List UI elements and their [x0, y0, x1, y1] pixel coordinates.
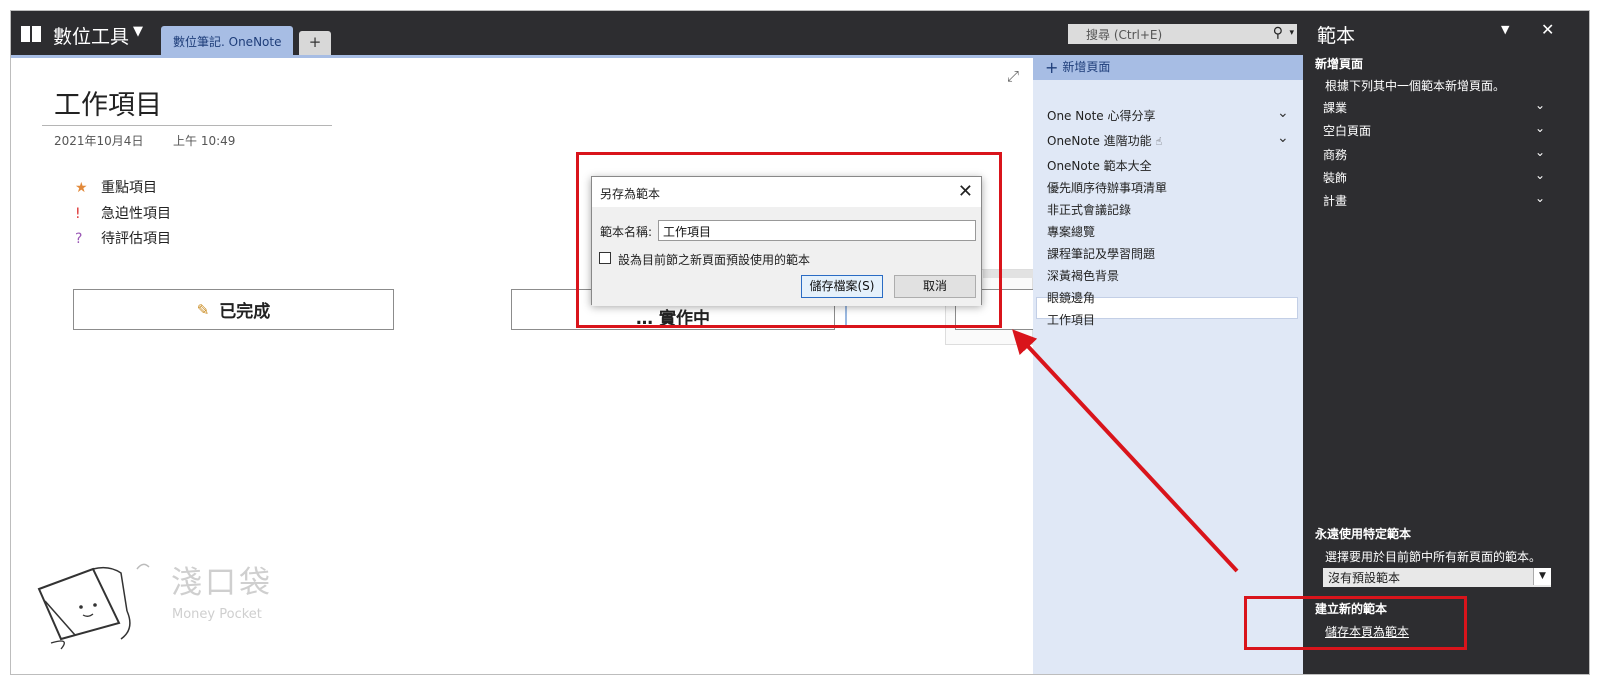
always-use-heading: 永遠使用特定範本	[1315, 527, 1412, 541]
add-page-button[interactable]: + 新增頁面	[1045, 58, 1110, 77]
template-category[interactable]: 商務 ⌄	[1323, 145, 1545, 163]
template-category[interactable]: 課業 ⌄	[1323, 98, 1545, 116]
highlight-box-dialog	[576, 152, 1002, 328]
exclamation-icon: !	[75, 206, 81, 222]
watermark-brand-cn: 淺口袋	[171, 565, 273, 601]
chevron-down-icon[interactable]: ▼	[1533, 568, 1551, 585]
section-tab[interactable]: 數位筆記. OneNote	[161, 26, 293, 55]
onenote-window: 數位工具 ▼ 數位筆記. OneNote + 搜尋 (Ctrl+E) ⚲ ▾ ⤢…	[10, 10, 1590, 675]
page-list-item[interactable]: 深黃褐色背景	[1047, 267, 1119, 284]
category-label: 計畫	[1323, 194, 1348, 208]
title-divider	[42, 125, 332, 126]
done-label: 已完成	[219, 302, 271, 322]
star-icon: ★	[75, 180, 88, 196]
tag-item-important[interactable]: ★ 重點項目	[75, 177, 157, 197]
page-list-header: + 新增頁面	[1033, 55, 1303, 80]
highlight-box-link	[1244, 596, 1467, 650]
category-label: 空白頁面	[1323, 124, 1372, 138]
page-list-item[interactable]: 優先順序待辦事項清單	[1047, 179, 1167, 196]
pane-options-icon[interactable]: ▼	[1501, 23, 1509, 36]
default-template-select[interactable]: 沒有預設範本 ▼	[1323, 568, 1551, 587]
tag-label: 待評估項目	[101, 231, 171, 247]
notebook-name[interactable]: 數位工具	[53, 22, 129, 49]
template-category[interactable]: 計畫 ⌄	[1323, 191, 1545, 209]
page-list-item[interactable]: 專案總覽	[1047, 223, 1095, 240]
tag-item-evaluate[interactable]: ? 待評估項目	[75, 228, 171, 248]
section-color-strip	[11, 55, 1033, 58]
always-use-description: 選擇要用於目前節中所有新頁面的範本。	[1325, 550, 1542, 564]
template-category[interactable]: 空白頁面 ⌄	[1323, 121, 1545, 139]
page-list-item[interactable]: OneNote 範本大全	[1047, 157, 1152, 174]
page-list-item[interactable]: 眼鏡邊角	[1047, 289, 1095, 306]
default-template-value: 沒有預設範本	[1328, 571, 1401, 585]
category-label: 裝飾	[1323, 171, 1348, 185]
page-list-item[interactable]: 課程筆記及學習問題	[1047, 245, 1155, 262]
templates-pane-title: 範本	[1317, 25, 1356, 47]
chevron-down-icon[interactable]: ⌄	[1277, 130, 1289, 146]
notebook-dropdown-icon[interactable]: ▼	[133, 24, 143, 39]
search-scope-dropdown-icon[interactable]: ▾	[1289, 28, 1294, 38]
chevron-down-icon: ⌄	[1534, 168, 1545, 182]
tag-label: 急迫性項目	[101, 206, 171, 222]
category-label: 商務	[1323, 148, 1348, 162]
page-list-item[interactable]: 非正式會議記錄	[1047, 201, 1131, 218]
page-list-item[interactable]: OneNote 進階功能 ☝	[1047, 132, 1162, 149]
page-title[interactable]: 工作項目	[54, 83, 162, 122]
chevron-down-icon: ⌄	[1534, 98, 1545, 112]
plus-icon: +	[1045, 58, 1059, 77]
search-box[interactable]: 搜尋 (Ctrl+E) ⚲ ▾	[1068, 24, 1297, 44]
new-page-heading: 新增頁面	[1315, 57, 1364, 71]
add-section-button[interactable]: +	[299, 31, 331, 55]
category-label: 課業	[1323, 101, 1348, 115]
watermark: 淺口袋 Money Pocket	[31, 551, 301, 661]
chevron-down-icon[interactable]: ⌄	[1277, 105, 1289, 121]
expand-page-icon[interactable]: ⤢	[1007, 67, 1019, 85]
chevron-down-icon: ⌄	[1534, 191, 1545, 205]
tag-item-urgent[interactable]: ! 急迫性項目	[75, 203, 171, 223]
templates-pane: 範本 ▼ ✕ 新增頁面 根據下列其中一個範本新增頁面。 課業 ⌄ 空白頁面 ⌄ 商務…	[1303, 11, 1589, 674]
search-input[interactable]: 搜尋 (Ctrl+E)	[1086, 28, 1162, 42]
pointer-icon: ☝	[1155, 135, 1163, 148]
page-list-item-selected[interactable]: 工作項目	[1047, 311, 1095, 328]
chevron-down-icon: ⌄	[1534, 121, 1545, 135]
question-icon: ?	[75, 231, 83, 247]
pencil-icon: ✎	[196, 300, 210, 319]
chevron-down-icon: ⌄	[1534, 145, 1545, 159]
tag-label: 重點項目	[101, 180, 157, 196]
notebook-icon[interactable]	[21, 26, 41, 42]
pocket-logo-icon	[37, 563, 150, 650]
close-icon[interactable]: ✕	[1541, 20, 1554, 39]
watermark-brand-en: Money Pocket	[172, 607, 262, 622]
done-cell[interactable]: ✎ 已完成	[73, 289, 394, 330]
template-category[interactable]: 裝飾 ⌄	[1323, 168, 1545, 186]
title-bar: 數位工具 ▼ 數位筆記. OneNote + 搜尋 (Ctrl+E) ⚲ ▾	[11, 11, 1303, 55]
new-page-description: 根據下列其中一個範本新增頁面。	[1325, 79, 1506, 93]
add-page-label: 新增頁面	[1062, 60, 1111, 74]
search-icon[interactable]: ⚲	[1273, 25, 1283, 41]
page-date: 2021年10月4日	[54, 134, 144, 148]
page-time: 上午 10:49	[173, 134, 236, 148]
page-list-panel: + 新增頁面 One Note 心得分享 ⌄ OneNote 進階功能 ☝ ⌄ O…	[1033, 55, 1303, 674]
page-list-item[interactable]: One Note 心得分享	[1047, 107, 1155, 124]
page-list-item-label: OneNote 進階功能	[1047, 134, 1152, 148]
